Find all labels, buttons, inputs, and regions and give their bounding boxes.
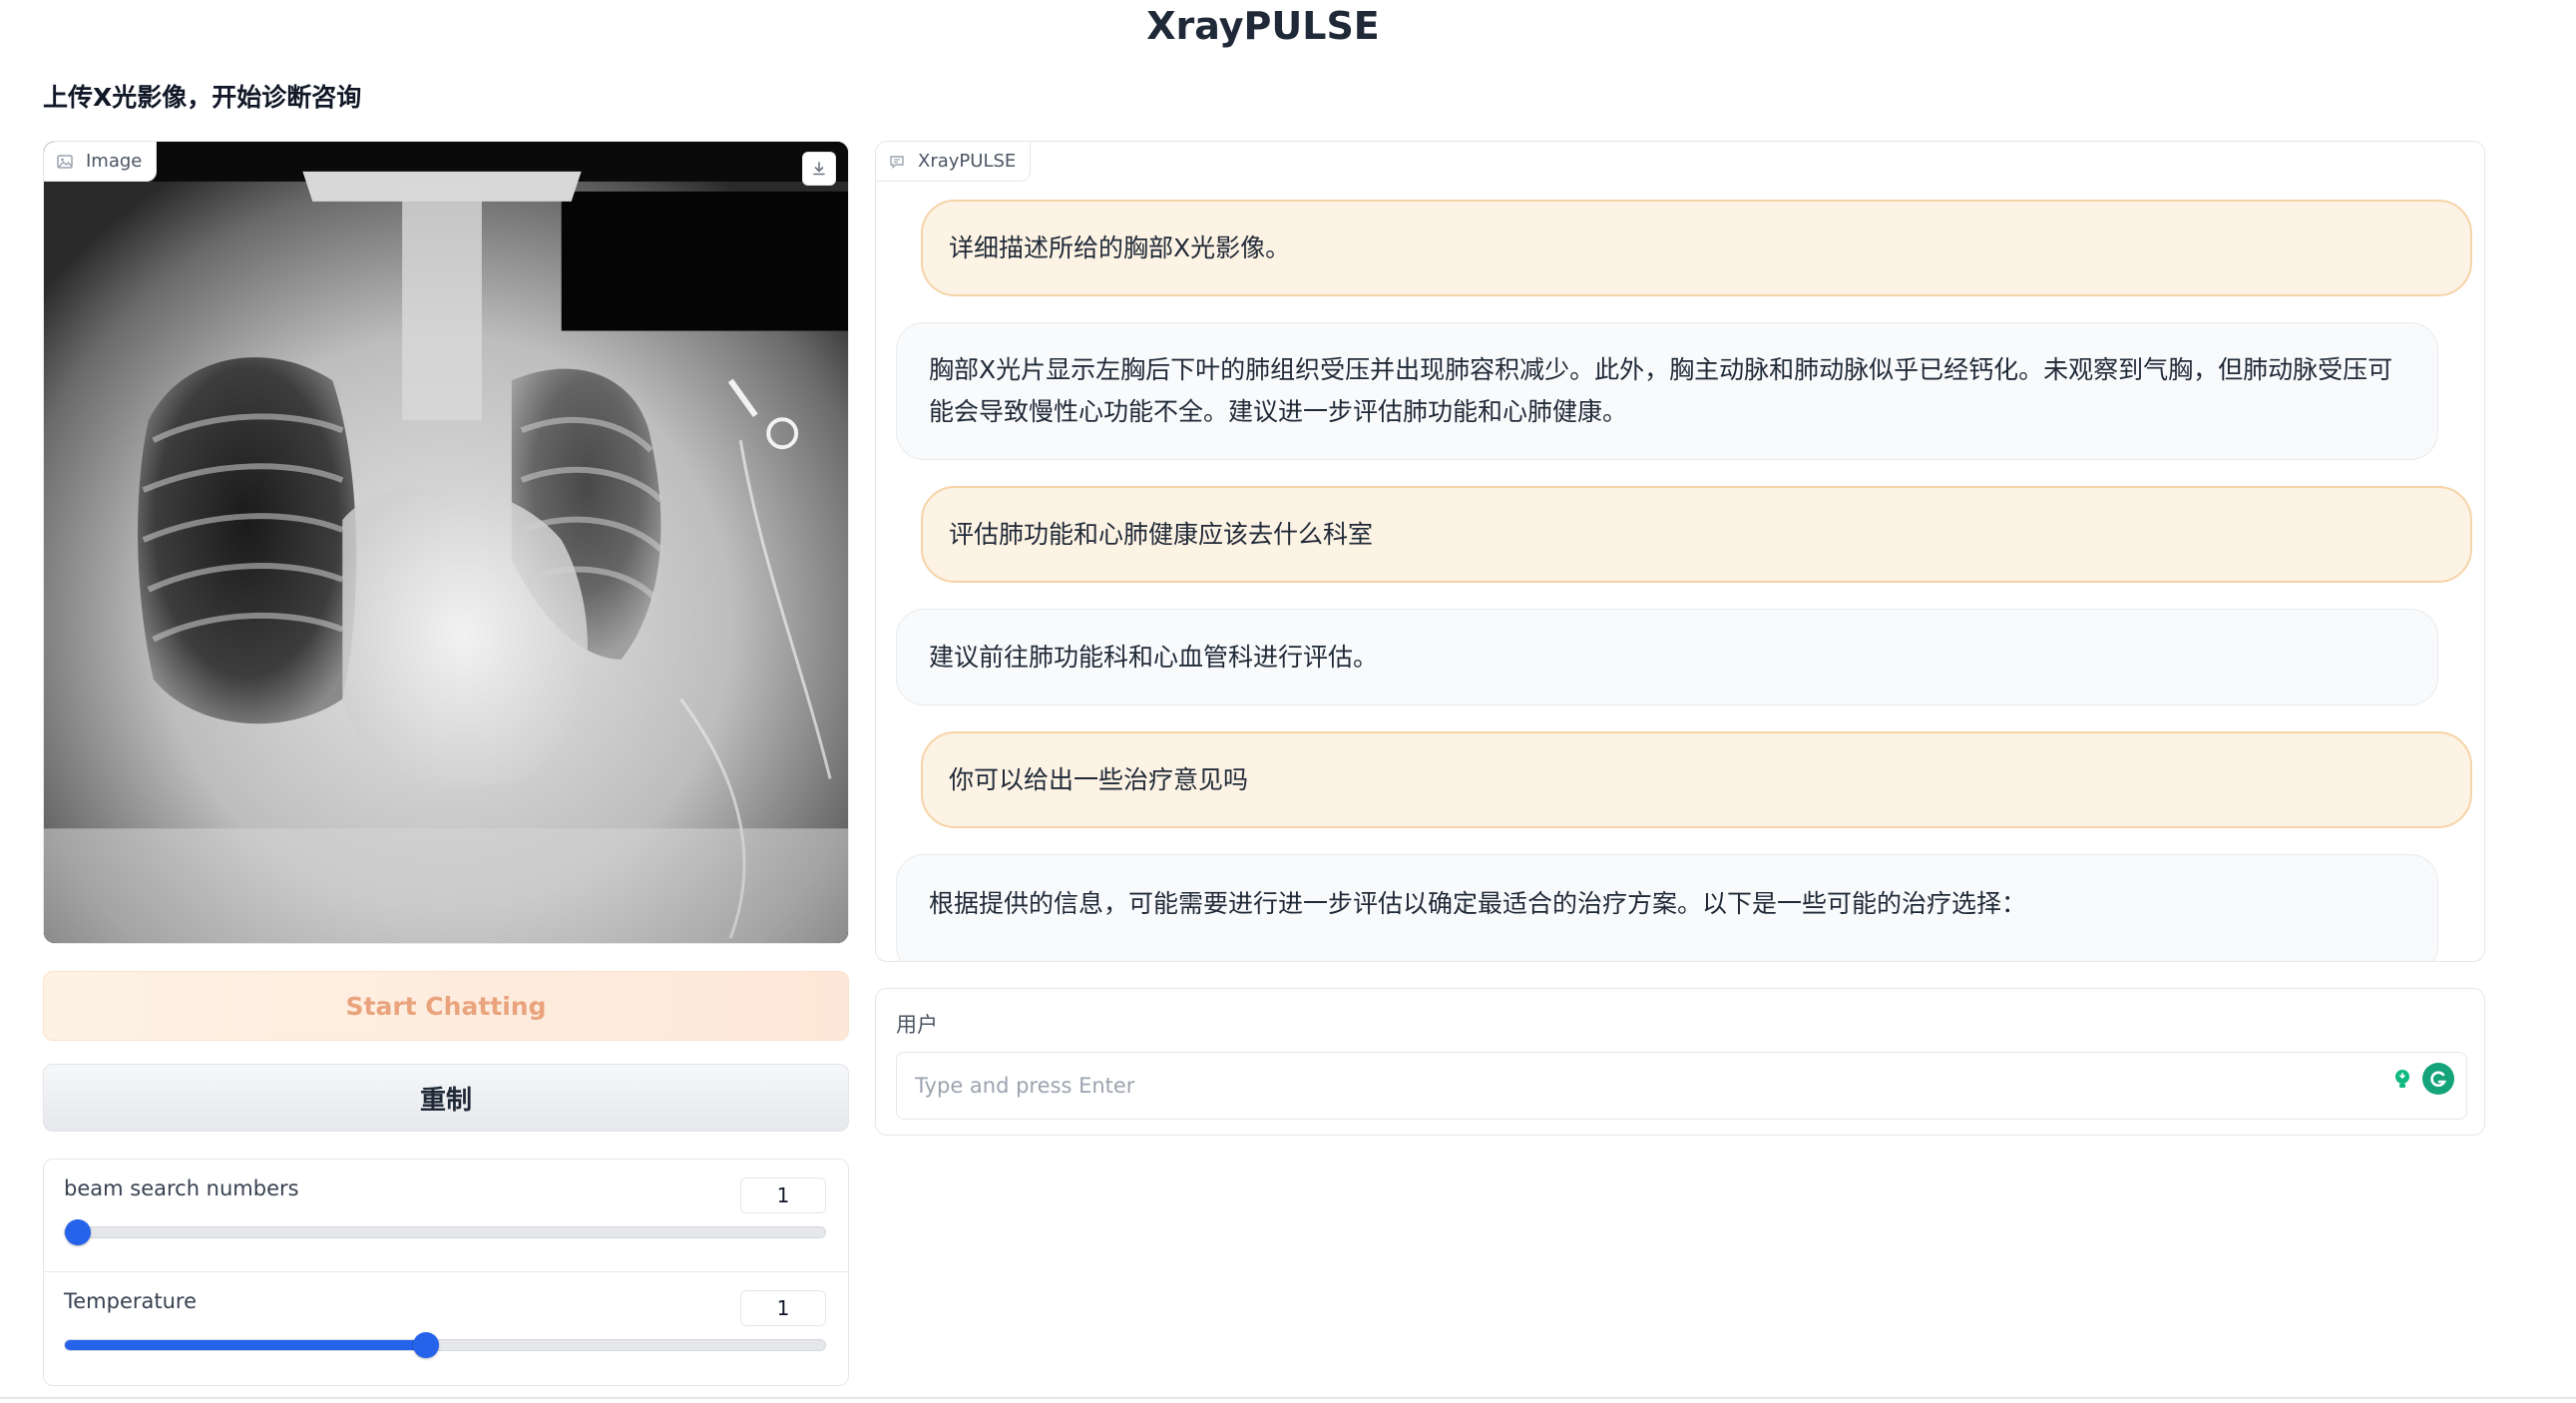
temperature-label: Temperature [64,1289,198,1313]
beam-search-slider[interactable] [64,1219,826,1245]
image-icon [56,153,74,171]
chat-message-bot-1: 胸部X光片显示左胸后下叶的肺组织受压并出现肺容积减少。此外，胸主动脉和肺动脉似乎… [896,322,2438,460]
chatbot-label-text: XrayPULSE [918,151,1017,172]
temperature-value-input[interactable]: 1 [740,1290,826,1326]
xray-image [44,142,848,943]
beam-search-slider-block: beam search numbers 1 [44,1160,848,1272]
temperature-slider-block: Temperature 1 [44,1272,848,1385]
chat-message-user-1: 详细描述所给的胸部X光影像。 [921,200,2472,296]
beam-search-slider-thumb[interactable] [65,1219,91,1245]
temperature-slider[interactable] [64,1332,826,1358]
reset-button[interactable]: 重制 [43,1064,849,1132]
grammarly-icon[interactable] [2422,1063,2454,1095]
chat-message-bot-2: 建议前往肺功能科和心血管科进行评估。 [896,609,2438,705]
chatbot-panel-label: XrayPULSE [876,142,1032,182]
download-icon [813,162,825,176]
user-input-panel: 用户 [875,988,2485,1136]
chat-icon [888,153,906,171]
beam-search-value-input[interactable]: 1 [740,1177,826,1213]
chat-message-user-2: 评估肺功能和心肺健康应该去什么科室 [921,486,2472,583]
chat-message-user-3: 你可以给出一些治疗意见吗 [921,731,2472,828]
parameter-panel: beam search numbers 1 Temperature 1 [43,1159,849,1386]
beam-search-label: beam search numbers [64,1176,299,1200]
image-panel[interactable]: Image [43,141,849,944]
chat-message-bot-3: 根据提供的信息，可能需要进行进一步评估以确定最适合的治疗方案。以下是一些可能的治… [896,854,2438,961]
page-divider [0,1397,2576,1399]
page-title: XrayPULSE [1146,4,1380,48]
image-label-text: Image [86,151,143,172]
page-subtitle: 上传X光影像，开始诊断咨询 [43,83,362,112]
input-extension-icons [2386,1059,2454,1099]
image-panel-label: Image [44,142,158,182]
chat-input[interactable] [896,1052,2467,1120]
chatbot-panel[interactable]: XrayPULSE 详细描述所给的胸部X光影像。 胸部X光片显示左胸后下叶的肺组… [875,141,2485,962]
temperature-slider-fill [65,1340,426,1350]
bulb-icon[interactable] [2386,1063,2418,1095]
start-chatting-button[interactable]: Start Chatting [43,971,849,1041]
user-input-label: 用户 [896,1013,938,1037]
temperature-slider-thumb[interactable] [412,1332,439,1358]
download-button[interactable] [802,152,836,186]
